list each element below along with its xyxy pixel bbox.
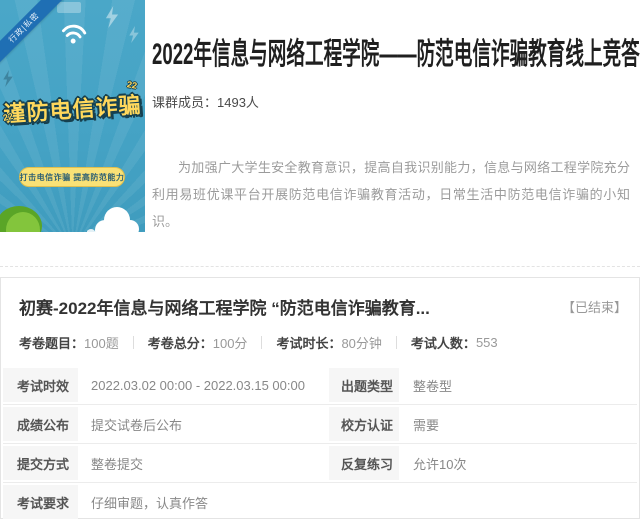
stat-total-score-value: 100分 xyxy=(213,333,248,352)
course-members-label: 课群成员： xyxy=(152,95,217,110)
stats-divider xyxy=(396,336,397,349)
detail-label-requirements: 考试要求 xyxy=(3,485,78,519)
detail-value-submit-mode: 整卷提交 xyxy=(78,444,329,482)
stat-participants-label: 考试人数： xyxy=(411,333,476,352)
stats-divider xyxy=(133,336,134,349)
detail-value-retry: 允许10次 xyxy=(399,444,637,482)
exam-status-badge: 【已结束】 xyxy=(562,297,627,316)
detail-label-retry: 反复练习 xyxy=(329,446,399,480)
lightning-icon xyxy=(128,26,140,43)
cover-slogan-pill-label: 打击电信诈骗 提高防范能力 xyxy=(20,172,125,183)
table-row: 考试要求 仔细审题，认真作答 xyxy=(3,482,637,521)
detail-label-submit-mode: 提交方式 xyxy=(3,446,78,480)
cover-decor-22-right: 22 xyxy=(126,79,138,91)
detail-value-exam-period: 2022.03.02 00:00 - 2022.03.15 00:00 xyxy=(78,366,329,404)
detail-label-school-verify: 校方认证 xyxy=(329,407,399,441)
exam-card-header: 初赛-2022年信息与网络工程学院 “防范电信诈骗教育... 【已结束】 xyxy=(19,294,627,319)
detail-value-school-verify: 需要 xyxy=(399,405,637,443)
exam-title[interactable]: 初赛-2022年信息与网络工程学院 “防范电信诈骗教育... xyxy=(19,294,430,319)
lightning-icon xyxy=(2,70,14,87)
section-divider xyxy=(0,266,640,267)
cover-top-tag xyxy=(57,2,81,13)
stat-total-score-label: 考卷总分： xyxy=(148,333,213,352)
stat-questions-label: 考卷题目： xyxy=(19,333,84,352)
stats-divider xyxy=(261,336,262,349)
course-members-value: 1493人 xyxy=(217,95,259,110)
stat-participants-value: 553 xyxy=(476,335,498,350)
cover-slogan-pill: 打击电信诈骗 提高防范能力 xyxy=(19,167,125,187)
course-cover-image: 行政|私密 谨防电信诈骗 22 22 打击电信诈骗 提高防范能力 xyxy=(0,0,145,232)
table-row: 成绩公布 提交试卷后公布 校方认证 需要 xyxy=(3,404,637,443)
table-row: 考试时效 2022.03.02 00:00 - 2022.03.15 00:00… xyxy=(3,366,637,404)
stat-duration-label: 考试时长： xyxy=(276,333,341,352)
detail-value-score-release: 提交试卷后公布 xyxy=(78,405,329,443)
table-row: 提交方式 整卷提交 反复练习 允许10次 xyxy=(3,443,637,482)
detail-value-requirements: 仔细审题，认真作答 xyxy=(78,483,637,521)
cloud-icon xyxy=(87,200,143,232)
stat-questions-value: 100题 xyxy=(84,333,119,352)
detail-label-exam-period: 考试时效 xyxy=(3,368,78,402)
exam-detail-table: 考试时效 2022.03.02 00:00 - 2022.03.15 00:00… xyxy=(1,366,639,521)
course-members: 课群成员：1493人 xyxy=(152,92,259,111)
exam-card[interactable]: 初赛-2022年信息与网络工程学院 “防范电信诈骗教育... 【已结束】 考卷题… xyxy=(0,277,640,519)
wifi-icon xyxy=(59,20,89,47)
course-description: 为加强广大学生安全教育意识，提高自我识别能力，信息与网络工程学院充分利用易班优课… xyxy=(152,154,630,235)
detail-label-score-release: 成绩公布 xyxy=(3,407,78,441)
detail-value-question-type: 整卷型 xyxy=(399,366,637,404)
cover-decor-22-left: 22 xyxy=(2,111,14,123)
lightning-icon xyxy=(104,6,120,28)
stat-duration-value: 80分钟 xyxy=(341,333,381,352)
course-title: 2022年信息与网络工程学院——防范电信诈骗教育线上竞答 xyxy=(152,33,453,77)
detail-label-question-type: 出题类型 xyxy=(329,368,399,402)
exam-stats-row: 考卷题目：100题 考卷总分：100分 考试时长：80分钟 考试人数：553 xyxy=(19,333,621,352)
